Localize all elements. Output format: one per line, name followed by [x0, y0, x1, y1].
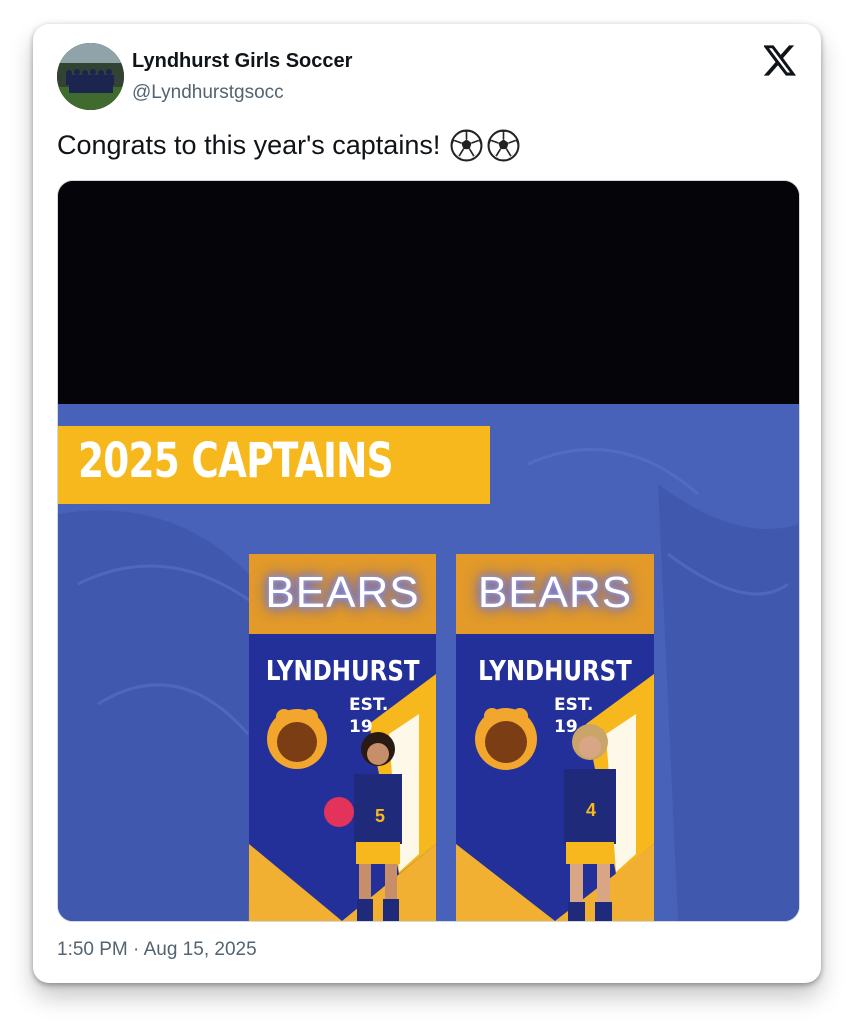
emoji-group	[450, 129, 520, 162]
est-year-left: 19	[349, 717, 373, 737]
school-name-right: LYNDHURST	[478, 654, 632, 687]
tweet-timestamp[interactable]: 1:50 PM · Aug 15, 2025	[57, 939, 257, 961]
tweet-card[interactable]: Lyndhurst Girls Soccer @Lyndhurstgsocc C…	[33, 24, 821, 983]
captains-graphic: 2025 CAPTAINS 5 BEARS LYNDHURST EST. 19 …	[58, 404, 799, 921]
tweet-media[interactable]: 2025 CAPTAINS 5 BEARS LYNDHURST EST. 19 …	[57, 180, 800, 922]
soccer-ball-icon	[487, 129, 520, 162]
captains-banner: 2025 CAPTAINS	[58, 426, 490, 504]
est-text-right: EST.	[554, 695, 594, 715]
soccer-ball-icon	[450, 129, 483, 162]
x-logo-icon[interactable]	[764, 45, 797, 76]
captains-title: 2025 CAPTAINS	[78, 433, 394, 489]
neon-sign-right: BEARS	[477, 568, 633, 617]
media-dark-area	[58, 181, 799, 404]
school-name-left: LYNDHURST	[265, 654, 420, 687]
tweet-text: Congrats to this year's captains!	[57, 129, 520, 162]
est-label-left: EST. 19	[349, 694, 388, 738]
captain-photo-left: 5 BEARS LYNDHURST EST. 19	[249, 554, 436, 921]
avatar[interactable]	[57, 43, 124, 110]
est-year-right: 19	[554, 717, 578, 737]
est-text-left: EST.	[349, 695, 389, 715]
est-label-right: EST. 19	[554, 694, 593, 738]
user-handle[interactable]: @Lyndhurstgsocc	[132, 82, 284, 104]
neon-sign-left: BEARS	[265, 568, 420, 617]
tweet-body: Congrats to this year's captains!	[57, 130, 441, 160]
jersey-number-right: 4	[586, 800, 596, 820]
captain-photo-right: 4 BEARS LYNDHURST EST. 19	[456, 554, 654, 921]
display-name[interactable]: Lyndhurst Girls Soccer	[132, 50, 352, 73]
jersey-number-left: 5	[375, 806, 385, 826]
